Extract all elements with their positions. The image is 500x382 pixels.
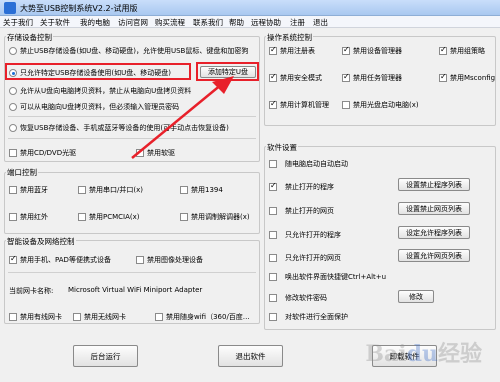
- run-background-button[interactable]: 后台运行: [73, 345, 138, 367]
- nic-name-label: 当前网卡名称:: [9, 287, 54, 295]
- disable-computer-management-checkbox[interactable]: [269, 99, 277, 109]
- storage-option-block-usb-label: 禁止USB存储设备(如U盘、移动硬盘)，允许使用USB鼠标、键盘和加密狗: [20, 47, 249, 55]
- disable-phone-checkbox[interactable]: [9, 254, 17, 264]
- window-title: 大势至USB控制系统V2.2-试用版: [20, 4, 138, 13]
- block-programs-label: 禁止打开的程序: [285, 183, 334, 191]
- smart-group-title: 智能设备及网络控制: [6, 236, 76, 247]
- change-password-label: 修改软件密码: [285, 294, 327, 302]
- disable-computer-management-label: 禁用计算机管理: [280, 101, 329, 109]
- disable-safe-mode-label: 禁用安全模式: [280, 74, 322, 82]
- disable-cd-boot-label: 禁用光盘启动电脑(x): [353, 101, 419, 109]
- set-allowed-websites-button[interactable]: 设置允许网页列表: [398, 249, 470, 262]
- allow-websites-label: 只允许打开的网页: [285, 254, 341, 262]
- set-blocked-websites-button[interactable]: 设置禁止网页列表: [398, 202, 470, 215]
- hotkey-label: 唤出软件界面快捷键Ctrl+Alt+u: [285, 273, 387, 281]
- autostart-label: 随电脑启动自动启动: [285, 160, 348, 168]
- menu-item-exit[interactable]: 退出: [313, 17, 328, 28]
- disable-1394-checkbox[interactable]: [180, 186, 188, 194]
- disable-portable-wifi-label: 禁用随身wifi（360/百度…: [166, 313, 250, 321]
- disable-safe-mode-checkbox[interactable]: [269, 72, 277, 82]
- disable-wired-nic-label: 禁用有线网卡: [20, 313, 62, 321]
- disable-infrared-checkbox[interactable]: [9, 213, 17, 221]
- disable-portable-wifi-checkbox[interactable]: [155, 313, 163, 321]
- exit-software-button[interactable]: 退出软件: [218, 345, 283, 367]
- port-group-title: 端口控制: [6, 167, 38, 178]
- menu-item-register[interactable]: 注册: [290, 17, 305, 28]
- title-bar: 大势至USB控制系统V2.2-试用版: [0, 0, 500, 16]
- disable-cd-label: 禁用CD/DVD光驱: [20, 149, 77, 157]
- settings-group-title: 软件设置: [266, 142, 298, 153]
- disable-serial-checkbox[interactable]: [78, 186, 86, 194]
- autostart-checkbox[interactable]: [269, 160, 277, 168]
- disable-msconfig-label: 禁用Msconfig: [450, 74, 496, 82]
- disable-device-manager-checkbox[interactable]: [342, 45, 350, 55]
- full-protection-label: 对软件进行全面保护: [285, 313, 348, 321]
- allow-programs-label: 只允许打开的程序: [285, 231, 341, 239]
- menu-item-remote[interactable]: 远程协助: [251, 17, 281, 28]
- menu-bar: 关于我们 关于软件 我的电脑 访问官网 购买流程 联系我们 帮助 远程协助 注册…: [0, 16, 500, 28]
- disable-wired-nic-checkbox[interactable]: [9, 313, 17, 321]
- system-group-title: 操作系统控制: [266, 32, 313, 43]
- allow-programs-checkbox[interactable]: [269, 231, 277, 239]
- disable-task-manager-label: 禁用任务管理器: [353, 74, 402, 82]
- disable-msconfig-checkbox[interactable]: [439, 72, 447, 82]
- disable-registry-label: 禁用注册表: [280, 47, 315, 55]
- full-protection-checkbox[interactable]: [269, 313, 277, 321]
- disable-infrared-label: 禁用红外: [20, 213, 48, 221]
- menu-item-contact[interactable]: 联系我们: [193, 17, 223, 28]
- hotkey-checkbox[interactable]: [269, 273, 277, 281]
- set-blocked-programs-button[interactable]: 设置禁止程序列表: [398, 178, 470, 191]
- disable-group-policy-checkbox[interactable]: [439, 45, 447, 55]
- menu-item-help[interactable]: 帮助: [229, 17, 244, 28]
- disable-task-manager-checkbox[interactable]: [342, 72, 350, 82]
- disable-modem-label: 禁用调制解调器(x): [191, 213, 250, 221]
- port-group: [4, 172, 260, 234]
- disable-image-device-checkbox[interactable]: [136, 256, 144, 264]
- storage-option-restore-radio[interactable]: [9, 124, 17, 132]
- disable-pcmcia-checkbox[interactable]: [78, 213, 86, 221]
- disable-image-device-label: 禁用图像处理设备: [147, 256, 203, 264]
- menu-item-website[interactable]: 访问官网: [118, 17, 148, 28]
- smart-separator: [8, 272, 256, 273]
- disable-pcmcia-label: 禁用PCMCIA(x): [89, 213, 140, 221]
- disable-wireless-nic-checkbox[interactable]: [73, 313, 81, 321]
- disable-registry-checkbox[interactable]: [269, 45, 277, 55]
- red-arrow: [131, 76, 234, 159]
- storage-group-title: 存储设备控制: [6, 32, 53, 43]
- block-websites-checkbox[interactable]: [269, 207, 277, 215]
- disable-bluetooth-checkbox[interactable]: [9, 186, 17, 194]
- disable-cd-checkbox[interactable]: [9, 149, 17, 157]
- change-password-button[interactable]: 修改: [398, 290, 434, 303]
- disable-modem-checkbox[interactable]: [180, 213, 188, 221]
- allow-websites-checkbox[interactable]: [269, 254, 277, 262]
- watermark-logo: Baidu经验: [365, 341, 482, 367]
- block-programs-checkbox[interactable]: [269, 181, 277, 191]
- disable-group-policy-label: 禁用组策略: [450, 47, 485, 55]
- disable-phone-label: 禁用手机、PAD等便携式设备: [20, 256, 111, 264]
- disable-device-manager-label: 禁用设备管理器: [353, 47, 402, 55]
- nic-name-value: Microsoft Virtual WiFi Miniport Adapter: [68, 286, 203, 294]
- menu-item-purchase[interactable]: 购买流程: [155, 17, 185, 28]
- disable-wireless-nic-label: 禁用无线网卡: [84, 313, 126, 321]
- storage-option-password-radio[interactable]: [9, 103, 17, 111]
- disable-cd-boot-checkbox[interactable]: [342, 101, 350, 109]
- disable-serial-label: 禁用串口/并口(x): [89, 186, 143, 194]
- menu-item-about-software[interactable]: 关于软件: [40, 17, 70, 28]
- change-password-checkbox[interactable]: [269, 294, 277, 302]
- menu-item-about-us[interactable]: 关于我们: [3, 17, 33, 28]
- block-websites-label: 禁止打开的网页: [285, 207, 334, 215]
- menu-item-my-computer[interactable]: 我的电脑: [80, 17, 110, 28]
- disable-bluetooth-label: 禁用蓝牙: [20, 186, 48, 194]
- storage-option-block-usb-radio[interactable]: [9, 47, 17, 55]
- storage-option-usb-to-pc-radio[interactable]: [9, 87, 17, 95]
- set-allowed-programs-button[interactable]: 设定允许程序列表: [398, 226, 470, 239]
- disable-1394-label: 禁用1394: [191, 186, 223, 194]
- app-icon: [4, 2, 16, 14]
